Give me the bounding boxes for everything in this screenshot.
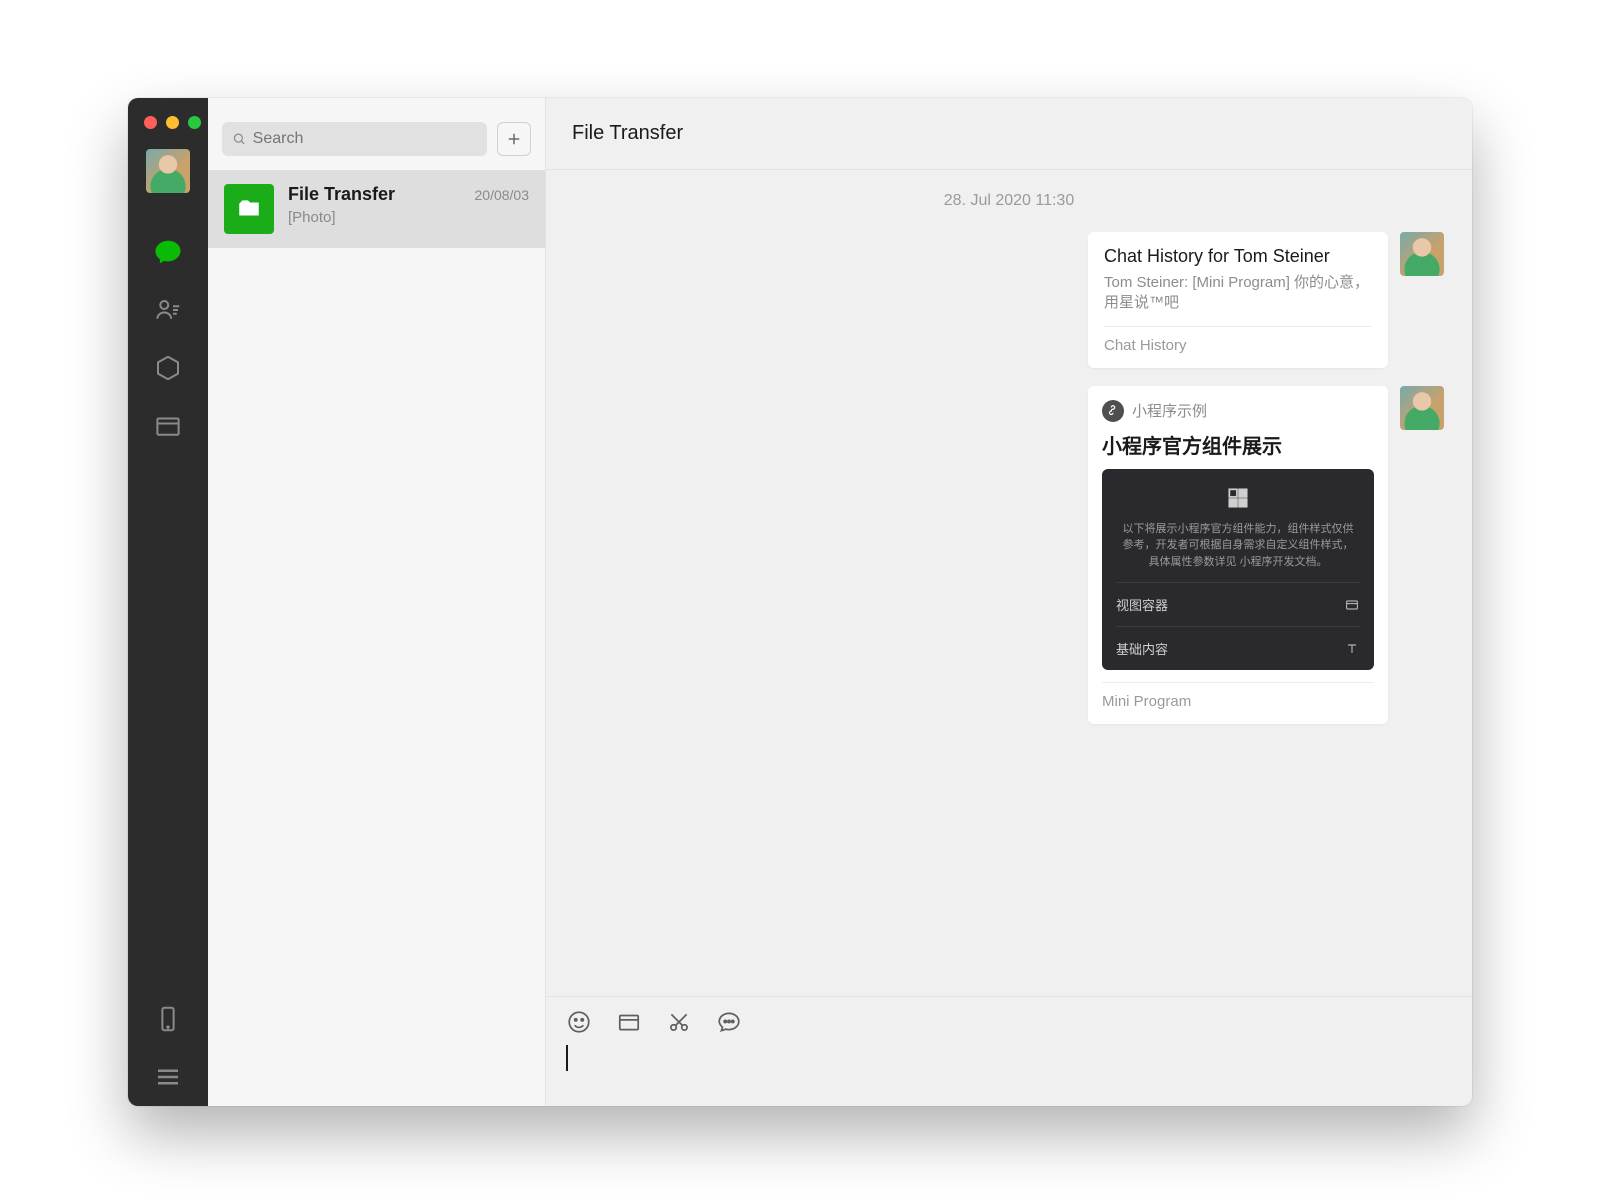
mini-program-row-basic[interactable]: 基础内容 [1116, 626, 1360, 670]
timeline-timestamp: 28. Jul 2020 11:30 [574, 192, 1444, 210]
message-row: Chat History for Tom Steiner Tom Steiner… [574, 232, 1444, 368]
mini-program-header: 小程序示例 [1102, 400, 1374, 422]
search-input[interactable] [222, 122, 487, 156]
fullscreen-window-button[interactable] [188, 116, 201, 129]
card-title: Chat History for Tom Steiner [1104, 246, 1372, 267]
mini-program-row-view[interactable]: 视图容器 [1116, 582, 1360, 626]
minimize-window-button[interactable] [166, 116, 179, 129]
search-row [208, 98, 545, 170]
mini-program-logo-icon [1102, 400, 1124, 422]
conversation-date: 20/08/03 [475, 187, 530, 203]
discover-tab-icon[interactable] [128, 339, 208, 397]
more-button[interactable] [716, 1009, 742, 1035]
messages-scroll[interactable]: 28. Jul 2020 11:30 Chat History for Tom … [546, 170, 1472, 996]
contacts-tab-icon[interactable] [128, 281, 208, 339]
search-field[interactable] [253, 130, 477, 148]
plus-icon [505, 130, 523, 148]
conversation-list-panel: File Transfer 20/08/03 [Photo] [208, 98, 546, 1106]
card-footer: Mini Program [1102, 682, 1374, 710]
card-footer: Chat History [1104, 326, 1372, 354]
conversation-title: File Transfer [288, 184, 395, 205]
phone-icon[interactable] [128, 990, 208, 1048]
conversation-text: File Transfer 20/08/03 [Photo] [288, 184, 529, 234]
menu-icon[interactable] [128, 1048, 208, 1106]
mini-program-row-label: 基础内容 [1116, 639, 1168, 658]
mini-program-card[interactable]: 小程序示例 小程序官方组件展示 以下将展示小程序官方组件能力，组件样式仅供参考，… [1088, 386, 1388, 725]
screenshot-button[interactable] [666, 1009, 692, 1035]
add-button[interactable] [497, 122, 531, 156]
attach-file-button[interactable] [616, 1009, 642, 1035]
text-icon [1344, 641, 1360, 657]
search-icon [232, 131, 247, 147]
chat-area: File Transfer 28. Jul 2020 11:30 Chat Hi… [546, 98, 1472, 1106]
folder-icon [616, 1009, 642, 1035]
sidebar-nav [128, 98, 208, 1106]
close-window-button[interactable] [144, 116, 157, 129]
chat-bubble-icon [716, 1009, 742, 1035]
conversation-item-file-transfer[interactable]: File Transfer 20/08/03 [Photo] [208, 170, 545, 248]
emoji-button[interactable] [566, 1009, 592, 1035]
card-body: Tom Steiner: [Mini Program] 你的心意，用星说™吧 [1104, 273, 1372, 314]
grid-icon [1116, 485, 1360, 511]
window-controls [128, 108, 201, 149]
mini-program-app-name: 小程序示例 [1132, 400, 1207, 421]
sender-avatar[interactable] [1400, 232, 1444, 276]
chats-tab-icon[interactable] [128, 223, 208, 281]
scissors-icon [666, 1009, 692, 1035]
text-caret [566, 1045, 568, 1071]
mini-program-desc: 以下将展示小程序官方组件能力，组件样式仅供参考，开发者可根据自身需求自定义组件样… [1116, 521, 1360, 583]
smile-icon [566, 1009, 592, 1035]
compose-area [546, 996, 1472, 1106]
wechat-window: File Transfer 20/08/03 [Photo] File Tran… [128, 98, 1472, 1106]
user-avatar[interactable] [146, 149, 190, 193]
sender-avatar[interactable] [1400, 386, 1444, 430]
chat-header: File Transfer [546, 98, 1472, 170]
files-tab-icon[interactable] [128, 397, 208, 455]
message-row: 小程序示例 小程序官方组件展示 以下将展示小程序官方组件能力，组件样式仅供参考，… [574, 386, 1444, 725]
mini-program-title: 小程序官方组件展示 [1102, 430, 1374, 459]
container-icon [1344, 597, 1360, 613]
conversation-preview: [Photo] [288, 209, 529, 226]
mini-program-row-label: 视图容器 [1116, 595, 1168, 614]
chat-title: File Transfer [572, 122, 683, 145]
file-transfer-icon [224, 184, 274, 234]
compose-toolbar [566, 1009, 1452, 1035]
chat-history-card[interactable]: Chat History for Tom Steiner Tom Steiner… [1088, 232, 1388, 368]
mini-program-preview: 以下将展示小程序官方组件能力，组件样式仅供参考，开发者可根据自身需求自定义组件样… [1102, 469, 1374, 671]
compose-input[interactable] [566, 1041, 1452, 1076]
